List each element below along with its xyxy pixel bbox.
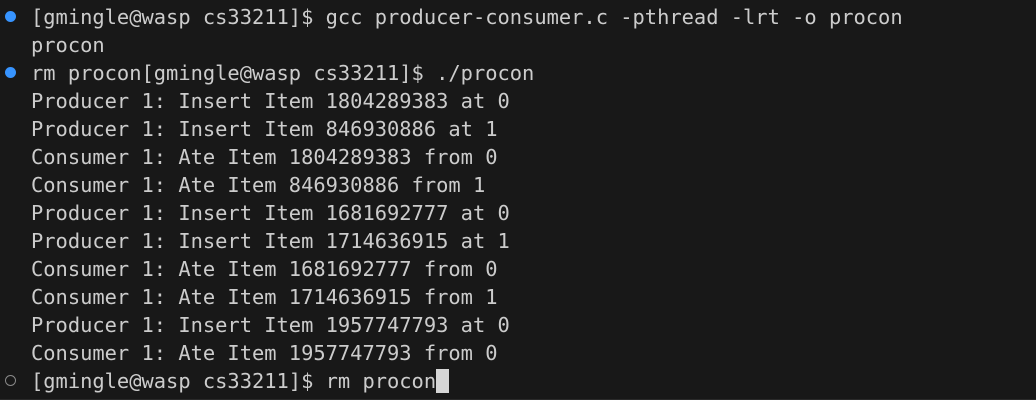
terminal-output-line: Consumer 1: Ate Item 1804289383 from 0 [31,145,498,169]
command-success-decoration-icon[interactable] [5,11,16,22]
terminal-output-line: Producer 1: Insert Item 846930886 at 1 [31,117,498,141]
terminal-input-line[interactable]: [gmingle@wasp cs33211]$ rm procon [31,367,450,395]
terminal-output-line: Producer 1: Insert Item 1804289383 at 0 [31,89,510,113]
terminal-panel[interactable]: [gmingle@wasp cs33211]$ gcc producer-con… [0,0,1036,400]
terminal-prompt-text: [gmingle@wasp cs33211]$ rm procon [31,369,437,393]
terminal-line-wrap: procon [31,33,105,57]
terminal-output-line: Consumer 1: Ate Item 1957747793 from 0 [31,341,498,365]
terminal-output-line: Producer 1: Insert Item 1957747793 at 0 [31,313,510,337]
terminal-output-line: Producer 1: Insert Item 1681692777 at 0 [31,201,510,225]
command-success-decoration-icon[interactable] [5,67,16,78]
terminal-output-line: Consumer 1: Ate Item 1681692777 from 0 [31,257,498,281]
terminal-output-line: Consumer 1: Ate Item 846930886 from 1 [31,173,486,197]
terminal-cursor [436,369,450,393]
command-pending-decoration-icon[interactable] [5,375,16,386]
terminal-line-command: [gmingle@wasp cs33211]$ gcc producer-con… [31,5,903,29]
terminal-output-line: Producer 1: Insert Item 1714636915 at 1 [31,229,510,253]
terminal-line-command: rm procon[gmingle@wasp cs33211]$ ./proco… [31,61,535,85]
terminal-output-line: Consumer 1: Ate Item 1714636915 from 1 [31,285,498,309]
